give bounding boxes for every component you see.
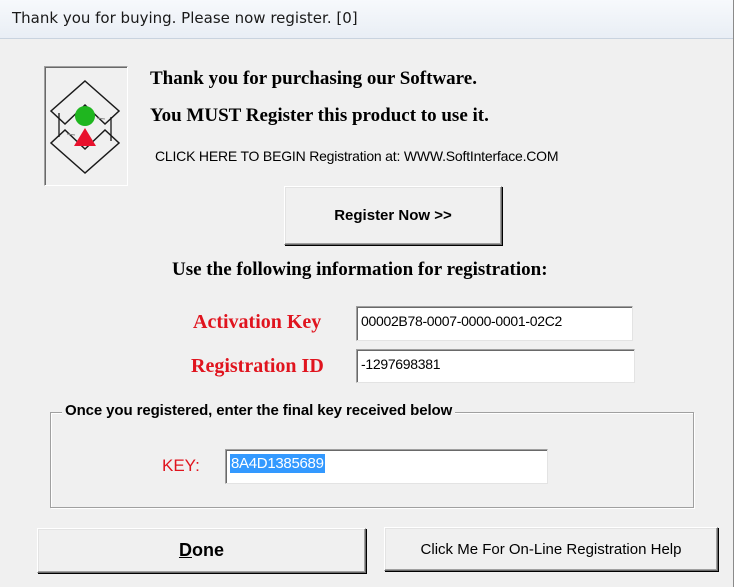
activation-key-label: Activation Key [193, 311, 322, 333]
final-key-input[interactable]: 8A4D1385689 [225, 449, 548, 484]
done-button-label: Done [179, 540, 224, 561]
key-label: KEY: [162, 456, 200, 475]
registration-id-label: Registration ID [191, 355, 324, 377]
final-key-groupbox-legend: Once you registered, enter the final key… [62, 402, 456, 419]
register-website-link[interactable]: CLICK HERE TO BEGIN Registration at: WWW… [155, 148, 559, 164]
thank-you-heading: Thank you for purchasing our Software. [150, 68, 477, 89]
must-register-heading: You MUST Register this product to use it… [150, 105, 489, 126]
registration-info-heading: Use the following information for regist… [172, 259, 548, 280]
online-registration-help-button[interactable]: Click Me For On-Line Registration Help [384, 527, 718, 571]
register-now-button[interactable]: Register Now >> [284, 186, 502, 245]
done-button[interactable]: Done [37, 528, 366, 573]
done-label-rest: one [191, 540, 224, 560]
softinterface-logo-icon [44, 66, 128, 186]
title-bar[interactable]: Thank you for buying. Please now registe… [0, 0, 733, 39]
registration-id-field[interactable]: -1297698381 [356, 349, 635, 383]
done-mnemonic: D [178, 540, 192, 560]
activation-key-field[interactable]: 00002B78-0007-0000-0001-02C2 [356, 306, 633, 341]
final-key-selected-text: 8A4D1385689 [230, 454, 325, 473]
window-title: Thank you for buying. Please now registe… [12, 9, 358, 27]
